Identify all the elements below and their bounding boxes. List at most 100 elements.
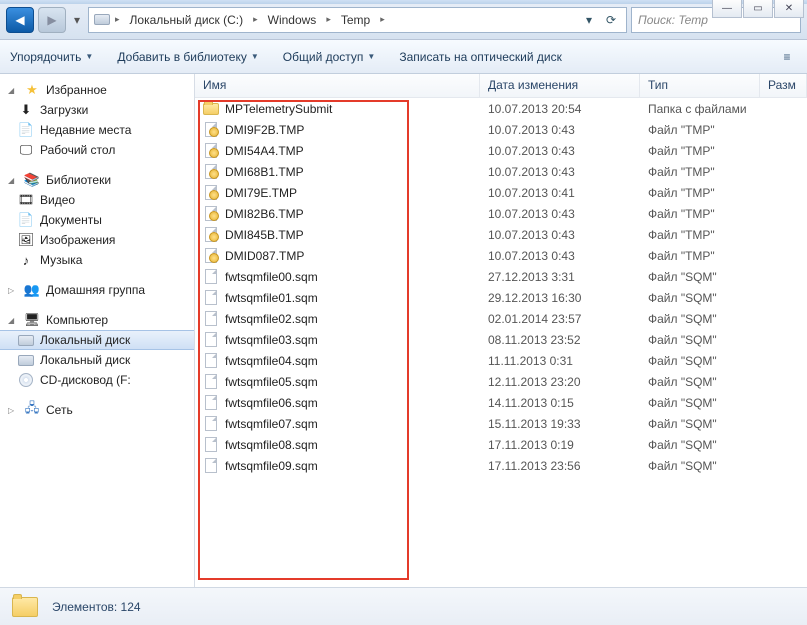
file-icon bbox=[203, 395, 219, 411]
column-date[interactable]: Дата изменения bbox=[480, 74, 640, 97]
file-row[interactable]: DMI79E.TMP10.07.2013 0:41Файл "TMP" bbox=[195, 182, 807, 203]
file-row[interactable]: DMID087.TMP10.07.2013 0:43Файл "TMP" bbox=[195, 245, 807, 266]
network-icon: 🖧 bbox=[24, 402, 40, 418]
file-row[interactable]: DMI68B1.TMP10.07.2013 0:43Файл "TMP" bbox=[195, 161, 807, 182]
breadcrumb-segment[interactable]: Windows bbox=[262, 9, 323, 31]
column-size[interactable]: Разм bbox=[760, 74, 807, 97]
address-bar[interactable]: ▸ Локальный диск (C:) ▸ Windows ▸ Temp ▸… bbox=[88, 7, 627, 33]
sidebar-item[interactable]: 🖵Рабочий стол bbox=[0, 140, 194, 160]
forward-button[interactable]: ▶ bbox=[38, 7, 66, 33]
history-dropdown[interactable]: ▾ bbox=[70, 7, 84, 33]
navigation-bar: ◀ ▶ ▾ ▸ Локальный диск (C:) ▸ Windows ▸ … bbox=[0, 0, 807, 40]
file-name: DMI68B1.TMP bbox=[225, 165, 304, 179]
file-icon bbox=[203, 311, 219, 327]
drive-icon bbox=[18, 352, 34, 368]
sidebar-item[interactable]: ♪Музыка bbox=[0, 250, 194, 270]
organize-menu[interactable]: Упорядочить▼ bbox=[10, 50, 93, 64]
file-row[interactable]: fwtsqmfile09.sqm17.11.2013 23:56Файл "SQ… bbox=[195, 455, 807, 476]
star-icon: ★ bbox=[24, 82, 40, 98]
sidebar-item[interactable]: ⬇Загрузки bbox=[0, 100, 194, 120]
file-row[interactable]: fwtsqmfile08.sqm17.11.2013 0:19Файл "SQM… bbox=[195, 434, 807, 455]
file-row[interactable]: fwtsqmfile03.sqm08.11.2013 23:52Файл "SQ… bbox=[195, 329, 807, 350]
file-type: Файл "SQM" bbox=[640, 375, 760, 389]
window-controls: — ▭ ✕ bbox=[712, 0, 804, 18]
sidebar-item[interactable]: 📄 Документы bbox=[0, 210, 194, 230]
close-button[interactable]: ✕ bbox=[774, 0, 804, 18]
file-row[interactable]: fwtsqmfile05.sqm12.11.2013 23:20Файл "SQ… bbox=[195, 371, 807, 392]
sidebar-item-label: Недавние места bbox=[40, 123, 131, 137]
folder-icon bbox=[10, 592, 40, 622]
network-header[interactable]: ▷ 🖧 Сеть bbox=[0, 400, 194, 420]
file-row[interactable]: DMI54A4.TMP10.07.2013 0:43Файл "TMP" bbox=[195, 140, 807, 161]
column-headers: Имя Дата изменения Тип Разм bbox=[195, 74, 807, 98]
file-icon bbox=[203, 416, 219, 432]
search-placeholder: Поиск: Temp bbox=[638, 13, 708, 27]
file-row[interactable]: fwtsqmfile07.sqm15.11.2013 19:33Файл "SQ… bbox=[195, 413, 807, 434]
sidebar-item[interactable]: CD-дисковод (F: bbox=[0, 370, 194, 390]
maximize-button[interactable]: ▭ bbox=[743, 0, 773, 18]
breadcrumb-chevron[interactable]: ▸ bbox=[378, 14, 387, 25]
file-row[interactable]: DMI82B6.TMP10.07.2013 0:43Файл "TMP" bbox=[195, 203, 807, 224]
computer-label: Компьютер bbox=[46, 313, 108, 327]
expand-icon: ▷ bbox=[8, 406, 18, 415]
sidebar-item-label: CD-дисковод (F: bbox=[40, 373, 131, 387]
column-name[interactable]: Имя bbox=[195, 74, 480, 97]
share-menu[interactable]: Общий доступ▼ bbox=[283, 50, 376, 64]
location-dropdown[interactable]: ▾ bbox=[580, 13, 598, 27]
breadcrumb-segment[interactable]: Temp bbox=[335, 9, 376, 31]
add-to-library-menu[interactable]: Добавить в библиотеку▼ bbox=[117, 50, 258, 64]
file-row[interactable]: fwtsqmfile01.sqm29.12.2013 16:30Файл "SQ… bbox=[195, 287, 807, 308]
organize-label: Упорядочить bbox=[10, 50, 81, 64]
burn-button[interactable]: Записать на оптический диск bbox=[399, 50, 562, 64]
file-type: Файл "SQM" bbox=[640, 333, 760, 347]
sidebar-item[interactable]: 📄Недавние места bbox=[0, 120, 194, 140]
favorites-header[interactable]: ◢ ★ Избранное bbox=[0, 80, 194, 100]
sidebar-item[interactable]: 🎞Видео bbox=[0, 190, 194, 210]
file-row[interactable]: fwtsqmfile00.sqm27.12.2013 3:31Файл "SQM… bbox=[195, 266, 807, 287]
file-date: 17.11.2013 0:19 bbox=[480, 438, 640, 452]
minimize-button[interactable]: — bbox=[712, 0, 742, 18]
file-name: fwtsqmfile07.sqm bbox=[225, 417, 318, 431]
breadcrumb-chevron[interactable]: ▸ bbox=[324, 14, 333, 25]
file-name: fwtsqmfile05.sqm bbox=[225, 375, 318, 389]
file-icon bbox=[203, 122, 219, 138]
sidebar-item[interactable]: Локальный диск bbox=[0, 330, 194, 350]
sidebar-item-label: Локальный диск bbox=[40, 353, 130, 367]
file-row[interactable]: fwtsqmfile06.sqm14.11.2013 0:15Файл "SQM… bbox=[195, 392, 807, 413]
libraries-header[interactable]: ◢ 📚 Библиотеки bbox=[0, 170, 194, 190]
sidebar-item-label: Музыка bbox=[40, 253, 82, 267]
desktop-icon: 🖵 bbox=[18, 142, 34, 158]
file-row[interactable]: MPTelemetrySubmit10.07.2013 20:54Папка с… bbox=[195, 98, 807, 119]
column-type[interactable]: Тип bbox=[640, 74, 760, 97]
file-name: DMID087.TMP bbox=[225, 249, 304, 263]
documents-icon: 📄 bbox=[18, 212, 34, 228]
breadcrumb-segment[interactable]: Локальный диск (C:) bbox=[124, 9, 250, 31]
cd-icon bbox=[18, 372, 34, 388]
explorer-window: — ▭ ✕ ◀ ▶ ▾ ▸ Локальный диск (C:) ▸ Wind… bbox=[0, 0, 807, 625]
breadcrumb-chevron[interactable]: ▸ bbox=[113, 14, 122, 25]
sidebar-item-label: Видео bbox=[40, 193, 75, 207]
sidebar-item[interactable]: 🖼Изображения bbox=[0, 230, 194, 250]
computer-icon: 🖥 bbox=[24, 312, 40, 328]
back-button[interactable]: ◀ bbox=[6, 7, 34, 33]
homegroup-header[interactable]: ▷ 👥 Домашняя группа bbox=[0, 280, 194, 300]
file-row[interactable]: fwtsqmfile04.sqm11.11.2013 0:31Файл "SQM… bbox=[195, 350, 807, 371]
homegroup-group: ▷ 👥 Домашняя группа bbox=[0, 280, 194, 300]
sidebar-item[interactable]: Локальный диск bbox=[0, 350, 194, 370]
sidebar-item-label: Документы bbox=[40, 213, 102, 227]
file-row[interactable]: DMI9F2B.TMP10.07.2013 0:43Файл "TMP" bbox=[195, 119, 807, 140]
refresh-button[interactable]: ⟳ bbox=[602, 13, 620, 27]
favorites-group: ◢ ★ Избранное ⬇Загрузки📄Недавние места🖵Р… bbox=[0, 80, 194, 160]
chevron-down-icon: ▾ bbox=[74, 13, 80, 27]
file-row[interactable]: DMI845B.TMP10.07.2013 0:43Файл "TMP" bbox=[195, 224, 807, 245]
file-date: 10.07.2013 0:43 bbox=[480, 249, 640, 263]
chevron-down-icon: ▼ bbox=[251, 52, 259, 61]
file-icon bbox=[203, 332, 219, 348]
libraries-icon: 📚 bbox=[24, 172, 40, 188]
breadcrumb-chevron[interactable]: ▸ bbox=[251, 14, 260, 25]
file-type: Файл "SQM" bbox=[640, 417, 760, 431]
file-row[interactable]: fwtsqmfile02.sqm02.01.2014 23:57Файл "SQ… bbox=[195, 308, 807, 329]
computer-header[interactable]: ◢ 🖥 Компьютер bbox=[0, 310, 194, 330]
view-options-button[interactable]: ≡ bbox=[777, 47, 797, 67]
sidebar-item-label: Загрузки bbox=[40, 103, 88, 117]
